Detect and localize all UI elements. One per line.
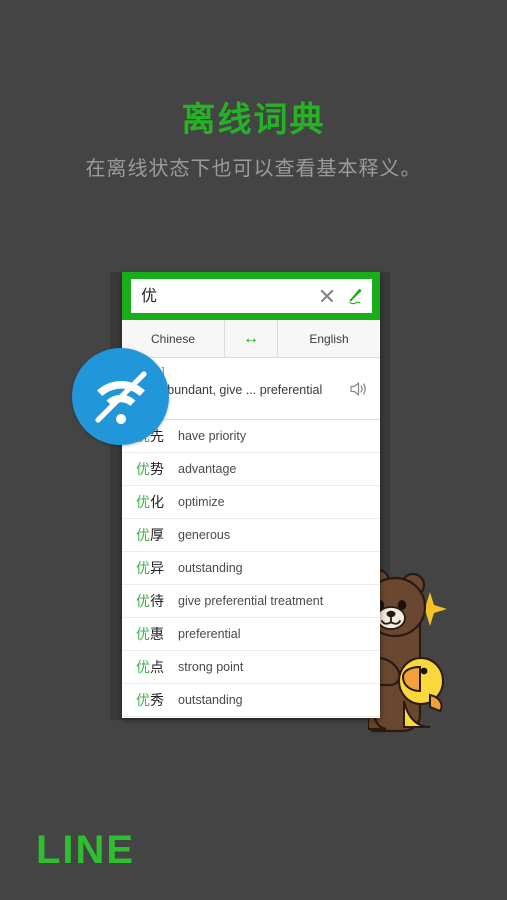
language-selector: Chinese ↔ English bbox=[122, 320, 380, 358]
search-bar: 优 bbox=[122, 272, 380, 320]
swap-arrows-icon: ↔ bbox=[243, 329, 259, 347]
result-translation: strong point bbox=[178, 660, 244, 674]
list-item[interactable]: 优厚 generous bbox=[122, 519, 380, 552]
result-trailing-char: 势 bbox=[150, 462, 164, 478]
result-translation: generous bbox=[178, 528, 231, 542]
result-translation: have priority bbox=[178, 429, 247, 443]
result-headword: 优化 bbox=[136, 492, 178, 512]
result-trailing-char: 惠 bbox=[150, 627, 164, 643]
result-translation: preferential bbox=[178, 627, 241, 641]
results-list: 优先have priority优势advantage优化optimize优厚ge… bbox=[122, 420, 380, 717]
wifi-off-icon bbox=[94, 370, 147, 424]
list-item[interactable]: 优势 advantage bbox=[122, 453, 380, 486]
result-matched-char: 优 bbox=[136, 561, 150, 577]
pen-icon[interactable] bbox=[344, 286, 364, 306]
result-matched-char: 优 bbox=[136, 462, 150, 478]
result-headword: 优点 bbox=[136, 657, 178, 677]
result-trailing-char: 点 bbox=[150, 660, 164, 676]
result-headword: 优厚 bbox=[136, 525, 178, 545]
list-item[interactable]: 优异 outstanding bbox=[122, 552, 380, 585]
line-logo: LINE bbox=[36, 828, 136, 872]
headword-pinyin: [yōu] bbox=[136, 365, 370, 378]
result-matched-char: 优 bbox=[136, 693, 150, 709]
result-trailing-char: 异 bbox=[150, 561, 164, 577]
result-trailing-char: 秀 bbox=[150, 693, 164, 709]
result-matched-char: 优 bbox=[136, 495, 150, 511]
result-headword: 优待 bbox=[136, 591, 178, 611]
search-field-container[interactable]: 优 bbox=[131, 279, 372, 313]
result-matched-char: 优 bbox=[136, 627, 150, 643]
list-item[interactable]: 优惠 preferential bbox=[122, 618, 380, 651]
dictionary-app-card: 优 Chinese ↔ English [yōu] ent, abundant,… bbox=[122, 272, 380, 718]
result-trailing-char: 待 bbox=[150, 594, 164, 610]
swap-languages-button[interactable]: ↔ bbox=[224, 320, 278, 357]
result-translation: give preferential treatment bbox=[178, 594, 324, 608]
list-item[interactable]: 优待 give preferential treatment bbox=[122, 585, 380, 618]
result-translation: outstanding bbox=[178, 693, 243, 707]
result-matched-char: 优 bbox=[136, 660, 150, 676]
result-translation: outstanding bbox=[178, 561, 243, 575]
list-item[interactable]: 优先have priority bbox=[122, 420, 380, 453]
result-headword: 优惠 bbox=[136, 624, 178, 644]
result-trailing-char: 化 bbox=[150, 495, 164, 511]
result-matched-char: 优 bbox=[136, 594, 150, 610]
result-trailing-char: 厚 bbox=[150, 528, 164, 544]
result-translation: optimize bbox=[178, 495, 225, 509]
result-matched-char: 优 bbox=[136, 528, 150, 544]
page-title: 离线词典 bbox=[181, 100, 326, 140]
headword-definition: ent, abundant, give ... preferential bbox=[136, 383, 323, 397]
search-input[interactable]: 优 bbox=[141, 279, 318, 313]
result-headword: 优异 bbox=[136, 558, 178, 578]
speaker-icon[interactable] bbox=[348, 380, 368, 398]
target-language-tab[interactable]: English bbox=[278, 320, 380, 357]
list-item[interactable]: 优化 optimize bbox=[122, 486, 380, 519]
list-item[interactable]: 优点 strong point bbox=[122, 651, 380, 684]
result-translation: advantage bbox=[178, 462, 237, 476]
close-x-icon[interactable] bbox=[318, 287, 336, 305]
result-headword: 优势 bbox=[136, 459, 178, 479]
promo-screen: 离线词典 在离线状态下也可以查看基本释义。 优 Chinese ↔ Englis… bbox=[0, 0, 507, 900]
result-headword: 优秀 bbox=[136, 690, 178, 710]
list-item[interactable]: 优秀 outstanding bbox=[122, 684, 380, 717]
mascot-group bbox=[363, 555, 507, 735]
offline-badge bbox=[72, 348, 169, 445]
page-subtitle: 在离线状态下也可以查看基本释义。 bbox=[85, 156, 422, 180]
